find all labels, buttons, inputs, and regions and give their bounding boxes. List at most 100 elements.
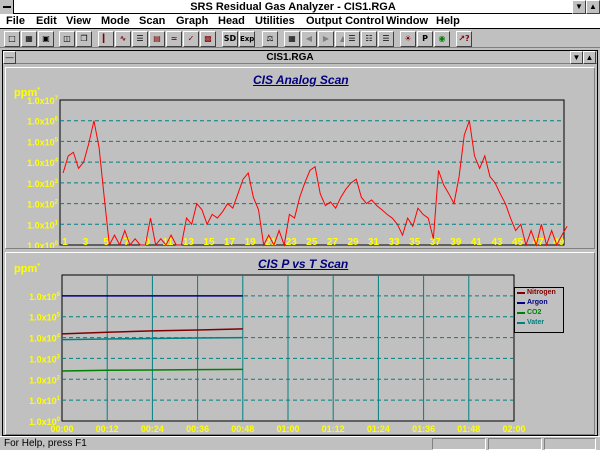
menu-edit[interactable]: Edit [36, 14, 57, 29]
analog-x-tick-label: 29 [347, 237, 359, 248]
pvt-x-tick-label: 00:00 [50, 424, 73, 434]
child-window-title: CIS1.RGA [266, 52, 314, 63]
analog-x-tick-label: 13 [183, 237, 195, 248]
menu-bar: File Edit View Mode Scan Graph Head Util… [0, 14, 600, 29]
analog-y-tick-label: 1.0x106 [27, 117, 59, 127]
analog-x-tick-label: 41 [471, 237, 483, 248]
legend-item-co2: CO2 [515, 308, 563, 318]
child-title-bar: — CIS1.RGA ▼ ▲ [3, 51, 597, 64]
filament-icon[interactable]: ☀ [400, 31, 416, 47]
analog-x-tick-label: 17 [224, 237, 236, 248]
status-cell-3 [544, 438, 596, 450]
status-text: For Help, press F1 [4, 438, 87, 449]
pvt-x-tick-label: 02:00 [502, 424, 525, 434]
copy-icon[interactable]: ❐ [76, 31, 92, 47]
analog-y-axis-label: ppm* [14, 87, 40, 99]
analog-y-tick-label: 1.0x100 [27, 241, 59, 248]
list-icon[interactable]: ☰ [344, 31, 360, 47]
list3-icon[interactable]: ☰ [378, 31, 394, 47]
status-bar: For Help, press F1 [0, 436, 600, 450]
analog-x-tick-label: 39 [450, 237, 462, 248]
child-system-menu-icon[interactable]: — [3, 51, 16, 64]
histogram-icon[interactable]: ▤ [149, 31, 165, 47]
arrow-left-icon[interactable]: ◀ [301, 31, 317, 47]
bar-graph-icon[interactable]: ▎ [98, 31, 114, 47]
app-window: SRS Residual Gas Analyzer - CIS1.RGA ▼ ▲… [0, 0, 600, 450]
analog-y-tick-label: 1.0x102 [27, 200, 59, 210]
status-cell-1 [432, 438, 486, 450]
pvt-icon[interactable]: ≃ [166, 31, 182, 47]
pdf-icon[interactable]: ▩ [200, 31, 216, 47]
pvt-scan-panel: CIS P vs T Scan 1.0x100 1.0x101 1.0x102 1.0… [5, 252, 595, 435]
menu-scan[interactable]: Scan [139, 14, 165, 29]
exp-icon[interactable]: Exp [239, 31, 255, 47]
analog-x-tick-label: 1 [62, 237, 68, 248]
title-bar: SRS Residual Gas Analyzer - CIS1.RGA ▼ ▲ [0, 0, 600, 14]
analog-y-tick-label: 1.0x104 [27, 158, 59, 168]
new-file-icon[interactable]: □ [4, 31, 20, 47]
pvt-y-axis-label: ppm* [14, 263, 40, 275]
table-icon[interactable]: ☰ [132, 31, 148, 47]
analog-x-tick-label: 3 [83, 237, 89, 248]
menu-graph[interactable]: Graph [176, 14, 208, 29]
pvt-x-tick-label: 00:36 [186, 424, 209, 434]
legend-item-argon: Argon [515, 298, 563, 308]
maximize-button[interactable]: ▲ [586, 0, 600, 14]
legend-item-water: Vater [515, 318, 563, 328]
pvt-x-tick-label: 00:12 [96, 424, 119, 434]
calc-icon[interactable]: ▦ [284, 31, 300, 47]
analog-x-tick-label: 19 [245, 237, 257, 248]
pvt-x-tick-label: 01:00 [276, 424, 299, 434]
pvt-y-tick-label: 1.0x103 [29, 354, 61, 364]
analog-plot-area [59, 99, 565, 246]
menu-mode[interactable]: Mode [101, 14, 130, 29]
menu-view[interactable]: View [66, 14, 91, 29]
menu-window[interactable]: Window [386, 14, 428, 29]
analog-y-tick-label: 1.0x105 [27, 137, 59, 147]
child-window: — CIS1.RGA ▼ ▲ CIS Analog Scan 1.0x100 1.… [2, 50, 598, 436]
menu-file[interactable]: File [6, 14, 25, 29]
pvt-y-tick-label: 1.0x106 [29, 292, 61, 302]
pvt-x-tick-label: 01:12 [322, 424, 345, 434]
multiplier-icon[interactable]: ◉ [434, 31, 450, 47]
system-menu-icon[interactable] [0, 0, 14, 14]
pvt-chart[interactable]: 1.0x1001.0x1011.0x1021.0x1031.0x1041.0x1… [6, 253, 594, 434]
analog-x-tick-label: 33 [389, 237, 401, 248]
analog-x-tick-label: 45 [512, 237, 524, 248]
menu-output-control[interactable]: Output Control [306, 14, 384, 29]
open-folder-icon[interactable]: ▦ [21, 31, 37, 47]
child-minimize-button[interactable]: ▼ [570, 51, 583, 64]
status-cell-2 [488, 438, 542, 450]
pvt-x-tick-label: 01:36 [412, 424, 435, 434]
sd-icon[interactable]: SD [222, 31, 238, 47]
arrow-right-icon[interactable]: ▶ [318, 31, 334, 47]
child-maximize-button[interactable]: ▲ [583, 51, 596, 64]
print-icon[interactable]: ◫ [59, 31, 75, 47]
p-icon[interactable]: P [417, 31, 433, 47]
menu-help[interactable]: Help [436, 14, 460, 29]
minimize-button[interactable]: ▼ [572, 0, 586, 14]
toolbar: □ ▦ ▣ ◫ ❐ ▎ ∿ ☰ ▤ ≃ ✓ ▩ SD Exp ⚖ ▦ ◀ ▶ ▲… [0, 30, 600, 48]
menu-head[interactable]: Head [218, 14, 245, 29]
analog-x-tick-label: 37 [430, 237, 442, 248]
analog-x-tick-label: 25 [306, 237, 318, 248]
analog-y-tick-label: 1.0x101 [27, 220, 59, 230]
list2-icon[interactable]: ☷ [361, 31, 377, 47]
save-disk-icon[interactable]: ▣ [38, 31, 54, 47]
pvt-y-tick-label: 1.0x105 [29, 313, 61, 323]
window-title: SRS Residual Gas Analyzer - CIS1.RGA [190, 1, 396, 13]
pvt-y-tick-label: 1.0x104 [29, 334, 61, 344]
analog-chart[interactable]: 1.0x100 1.0x101 1.0x102 1.0x103 1.0x104 1.0x1… [6, 68, 594, 248]
pvt-y-tick-label: 1.0x101 [29, 396, 61, 406]
pvt-x-tick-label: 00:48 [231, 424, 254, 434]
balance-icon[interactable]: ⚖ [262, 31, 278, 47]
pvt-legend: Nitrogen Argon CO2 Vater [514, 287, 564, 333]
analog-scan-panel: CIS Analog Scan 1.0x100 1.0x101 1.0x102 1.0… [5, 67, 595, 249]
pvt-x-tick-label: 01:24 [367, 424, 390, 434]
help-cursor-icon[interactable]: ↗? [456, 31, 472, 47]
analog-graph-icon[interactable]: ∿ [115, 31, 131, 47]
pvt-x-tick-label: 01:48 [457, 424, 480, 434]
analog-x-tick-label: 43 [491, 237, 503, 248]
menu-utilities[interactable]: Utilities [255, 14, 295, 29]
leak-icon[interactable]: ✓ [183, 31, 199, 47]
